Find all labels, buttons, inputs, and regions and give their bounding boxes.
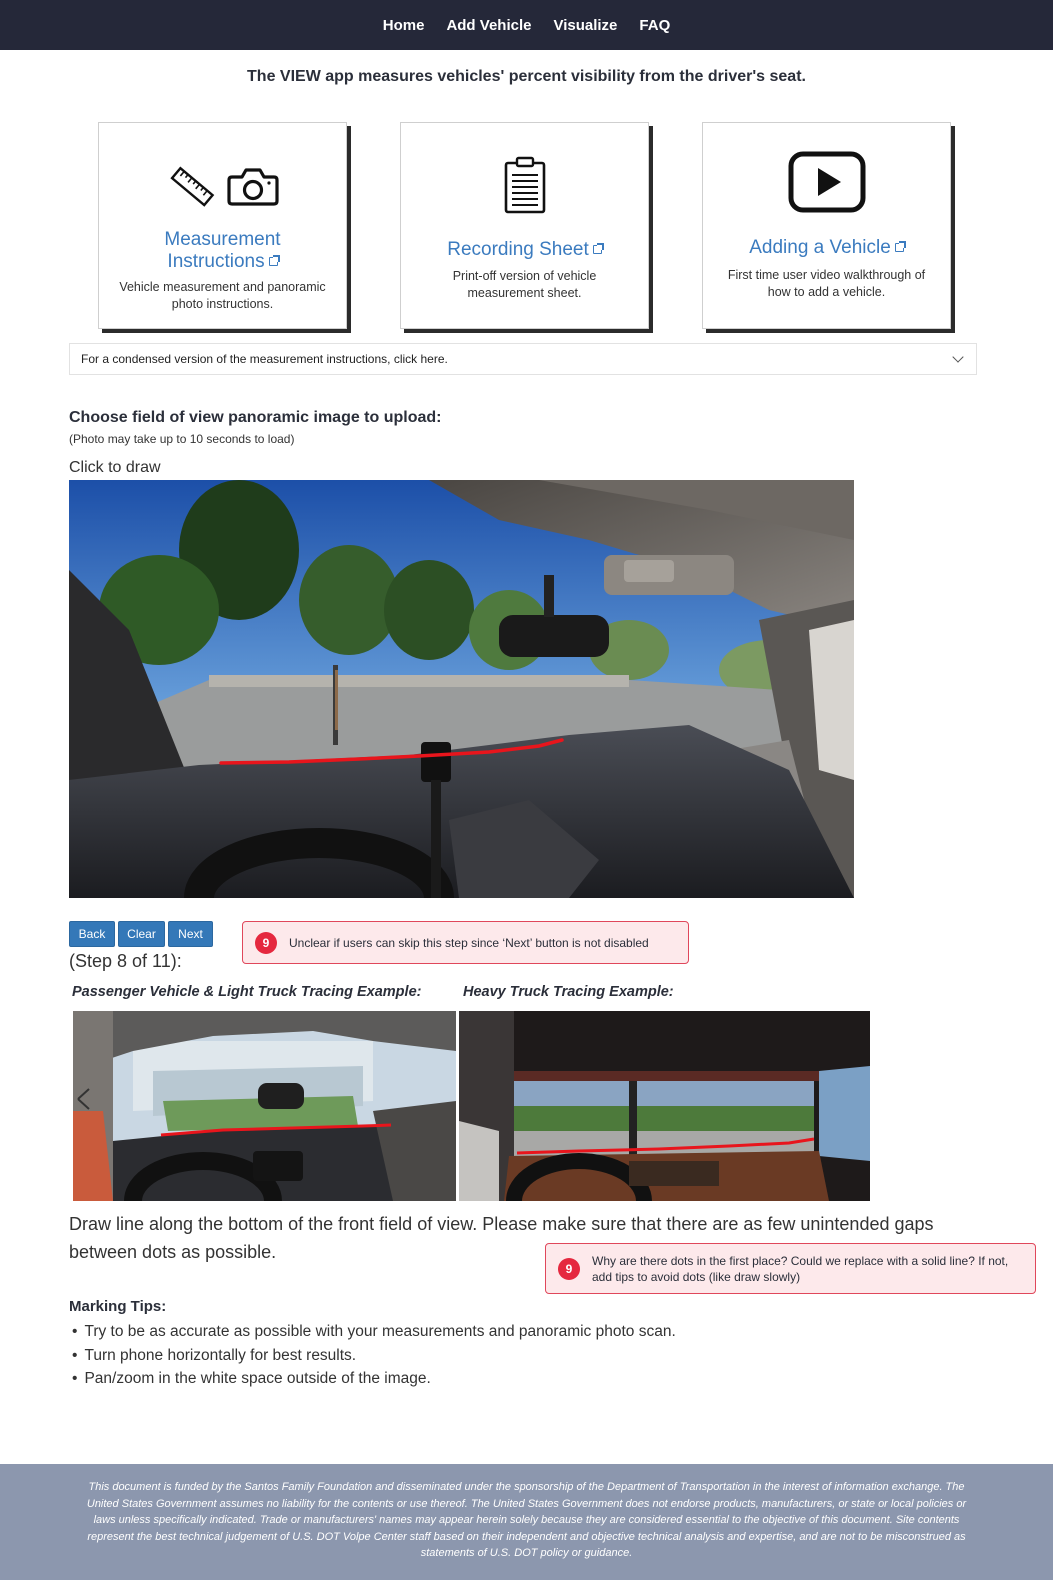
upload-note: (Photo may take up to 10 seconds to load…: [69, 432, 295, 446]
footer-disclaimer: This document is funded by the Santos Fa…: [0, 1464, 1053, 1580]
measurement-instructions-link[interactable]: Measurement Instructions: [109, 229, 336, 273]
ruler-icon: [169, 166, 214, 207]
nav-home-link[interactable]: Home: [383, 17, 425, 34]
card-title: Adding a Vehicle: [749, 237, 891, 258]
heavy-truck-tracing-example-image: [459, 1011, 870, 1201]
back-button[interactable]: Back: [69, 921, 115, 947]
card-title-line2: Instructions: [167, 251, 265, 272]
nav-visualize-link[interactable]: Visualize: [553, 17, 617, 34]
recording-sheet-card[interactable]: Recording Sheet Print-off version of veh…: [400, 122, 649, 329]
passenger-tracing-example-image: [73, 1011, 456, 1201]
card-description: First time user video walkthrough of how…: [727, 268, 926, 299]
review-annotation: 9 Why are there dots in the first place?…: [545, 1243, 1036, 1294]
camera-icon: [226, 168, 279, 206]
passenger-example-photo: [73, 1011, 456, 1201]
clear-button[interactable]: Clear: [118, 921, 165, 947]
external-link-icon: [592, 243, 604, 254]
card-icons: [401, 155, 648, 215]
next-button[interactable]: Next: [168, 921, 213, 947]
marking-tips-list: Try to be as accurate as possible with y…: [72, 1320, 676, 1391]
upload-section-title: Choose field of view panoramic image to …: [69, 409, 442, 426]
clipboard-icon: [504, 156, 545, 214]
heavy-truck-example-title: Heavy Truck Tracing Example:: [463, 984, 674, 1000]
step-indicator: (Step 8 of 11):: [69, 951, 182, 971]
card-icons: [703, 151, 950, 213]
annotation-text: Unclear if users can skip this step sinc…: [289, 935, 649, 950]
list-item: Turn phone horizontally for best results…: [72, 1344, 676, 1368]
panorama-drawing-canvas[interactable]: [69, 480, 854, 898]
card-description: Print-off version of vehicle measurement…: [452, 269, 597, 300]
nav-add-vehicle-link[interactable]: Add Vehicle: [446, 17, 531, 34]
adding-vehicle-card[interactable]: Adding a Vehicle First time user video w…: [702, 122, 951, 329]
panorama-photo: [69, 480, 854, 898]
top-navbar: Home Add Vehicle Visualize FAQ: [0, 0, 1053, 50]
page-tagline: The VIEW app measures vehicles' percent …: [247, 68, 806, 85]
annotation-text: Why are there dots in the first place? C…: [592, 1253, 1009, 1284]
play-video-icon: [788, 151, 865, 213]
accordion-label: For a condensed version of the measureme…: [81, 352, 448, 366]
measurement-instructions-card[interactable]: Measurement Instructions Vehicle measure…: [98, 122, 347, 329]
marking-tips-title: Marking Tips:: [69, 1298, 167, 1315]
card-title-line1: Measurement: [164, 229, 281, 250]
heavy-truck-example-photo: [459, 1011, 870, 1201]
nav-faq-link[interactable]: FAQ: [639, 17, 670, 34]
list-item: Pan/zoom in the white space outside of t…: [72, 1367, 676, 1391]
card-description: Vehicle measurement and panoramic photo …: [119, 280, 326, 311]
review-annotation: 9 Unclear if users can skip this step si…: [242, 921, 689, 964]
chevron-down-icon: [952, 351, 964, 363]
annotation-badge: 9: [255, 931, 277, 954]
adding-vehicle-link[interactable]: Adding a Vehicle: [713, 237, 940, 259]
click-to-draw-label: Click to draw: [69, 459, 161, 476]
card-icons: [99, 163, 346, 211]
external-link-icon: [894, 241, 906, 252]
recording-sheet-link[interactable]: Recording Sheet: [411, 239, 638, 261]
external-link-icon: [268, 255, 280, 266]
card-title: Recording Sheet: [447, 239, 589, 260]
list-item: Try to be as accurate as possible with y…: [72, 1320, 675, 1344]
annotation-badge: 9: [558, 1257, 580, 1280]
passenger-example-title: Passenger Vehicle & Light Truck Tracing …: [72, 984, 422, 1000]
condensed-instructions-accordion[interactable]: For a condensed version of the measureme…: [69, 343, 977, 375]
